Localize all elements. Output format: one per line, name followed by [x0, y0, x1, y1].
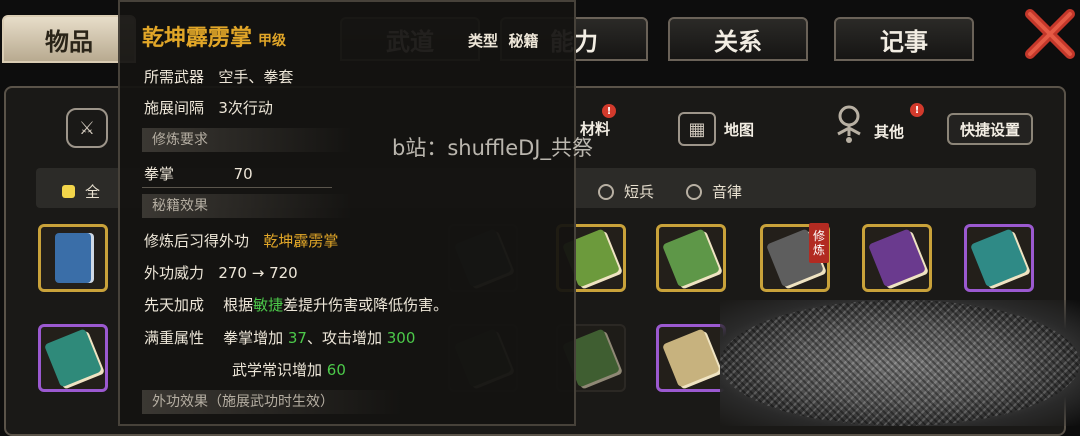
- divider: [142, 187, 332, 188]
- full-line1-b-val: 300: [386, 329, 416, 347]
- map-icon: ▦: [678, 112, 716, 146]
- fist-value: 70: [233, 165, 253, 183]
- innate-suffix: 差提升伤害或降低伤害。: [283, 296, 449, 314]
- book-icon: [661, 228, 721, 288]
- category-map[interactable]: ▦ 地图: [678, 112, 754, 146]
- tooltip-title-text: 乾坤霹雳掌: [142, 26, 253, 51]
- full-line2-a-val: 60: [326, 361, 346, 379]
- fist-label: 拳掌: [144, 165, 175, 183]
- radio-icon: [686, 183, 702, 200]
- cultivating-tag-char1: 修: [812, 229, 825, 243]
- full-line1-a-val: 37: [287, 329, 307, 347]
- full-label: 满重属性: [144, 329, 205, 347]
- category-map-label: 地图: [724, 120, 755, 139]
- filter-all-checkbox-icon: [62, 185, 75, 198]
- other-badge-icon: !: [910, 103, 924, 117]
- watermark: b站：shuffleDJ_共祭: [392, 136, 593, 160]
- cultivating-tag-char2: 炼: [812, 243, 825, 257]
- learned-label: 修炼后习得外功: [144, 232, 250, 250]
- req-weapon-label: 所需武器: [144, 68, 205, 86]
- section-requirements: 修炼要求: [142, 128, 352, 152]
- book-icon: [969, 228, 1029, 288]
- item-slot[interactable]: [656, 324, 726, 392]
- section-external: 外功效果（施展武功时生效）: [142, 390, 402, 414]
- innate-highlight: 敏捷: [253, 296, 284, 314]
- power-label: 外功威力: [144, 264, 205, 282]
- skill-tooltip: 乾坤霹雳掌 甲级 类型 秘籍 所需武器 空手、拳套 施展间隔 3次行动 修炼要求 …: [118, 0, 576, 426]
- tooltip-req-weapon: 所需武器 空手、拳套: [144, 66, 293, 87]
- learned-value: 乾坤霹雳掌: [263, 232, 339, 250]
- req-weapon-value: 空手、拳套: [218, 68, 294, 86]
- item-slot[interactable]: 修 炼: [760, 223, 830, 292]
- tooltip-learned: 修炼后习得外功 乾坤霹雳掌: [144, 230, 338, 251]
- tab-items[interactable]: 物品: [2, 15, 136, 63]
- filter-music[interactable]: 音律: [686, 181, 742, 202]
- category-other-label: 其他: [874, 122, 905, 141]
- book-icon: [43, 328, 103, 388]
- tooltip-type-label: 类型: [468, 32, 499, 50]
- tab-journal[interactable]: 记事: [834, 17, 974, 61]
- tab-relations[interactable]: 关系: [668, 17, 808, 61]
- materials-badge-icon: !: [602, 104, 616, 118]
- tooltip-full: 满重属性 拳掌增加 37、攻击增加 300: [144, 327, 415, 348]
- section-effects: 秘籍效果: [142, 194, 352, 218]
- filter-all[interactable]: 全: [62, 181, 100, 202]
- item-slot[interactable]: [38, 324, 108, 392]
- all-category-icon[interactable]: ⚔: [66, 108, 108, 148]
- filter-all-label: 全: [85, 183, 101, 201]
- category-other[interactable]: 其他: [832, 104, 904, 144]
- book-icon: [661, 328, 721, 388]
- interval-value: 3次行动: [218, 99, 273, 117]
- tooltip-full-line2: 武学常识增加 60: [232, 359, 346, 380]
- power-value: 270 → 720: [218, 264, 298, 282]
- innate-prefix: 根据: [223, 296, 254, 314]
- item-slot[interactable]: [656, 224, 726, 292]
- tooltip-type: 类型 秘籍: [468, 30, 538, 51]
- full-line1-b: 、攻击增加: [306, 329, 387, 347]
- tooltip-fist-req: 拳掌 70: [144, 163, 253, 184]
- radio-icon: [598, 183, 614, 200]
- filter-short-weapon-label: 短兵: [624, 183, 655, 201]
- blurred-region: [720, 300, 1080, 426]
- tooltip-interval: 施展间隔 3次行动: [144, 97, 273, 118]
- interval-label: 施展间隔: [144, 99, 205, 117]
- filter-short-weapon[interactable]: 短兵: [598, 181, 654, 202]
- item-slot[interactable]: [38, 224, 108, 292]
- tooltip-title: 乾坤霹雳掌 甲级: [142, 20, 286, 52]
- innate-label: 先天加成: [144, 296, 205, 314]
- tooltip-type-value: 秘籍: [508, 32, 539, 50]
- item-slot[interactable]: [862, 224, 932, 292]
- item-slot[interactable]: [964, 224, 1034, 292]
- book-icon: [867, 228, 927, 288]
- scroll-book-icon: [55, 233, 91, 283]
- tooltip-power: 外功威力 270 → 720: [144, 262, 298, 283]
- close-icon[interactable]: [1022, 6, 1078, 62]
- tooltip-grade: 甲级: [258, 33, 287, 49]
- filter-music-label: 音律: [712, 183, 743, 201]
- full-line1-a: 拳掌增加: [223, 329, 288, 347]
- cultivating-tag: 修 炼: [809, 223, 829, 263]
- other-icon: [837, 105, 861, 143]
- quick-settings-button[interactable]: 快捷设置: [947, 113, 1033, 145]
- tooltip-innate: 先天加成 根据敏捷差提升伤害或降低伤害。: [144, 294, 448, 315]
- full-line2-a: 武学常识增加: [232, 361, 327, 379]
